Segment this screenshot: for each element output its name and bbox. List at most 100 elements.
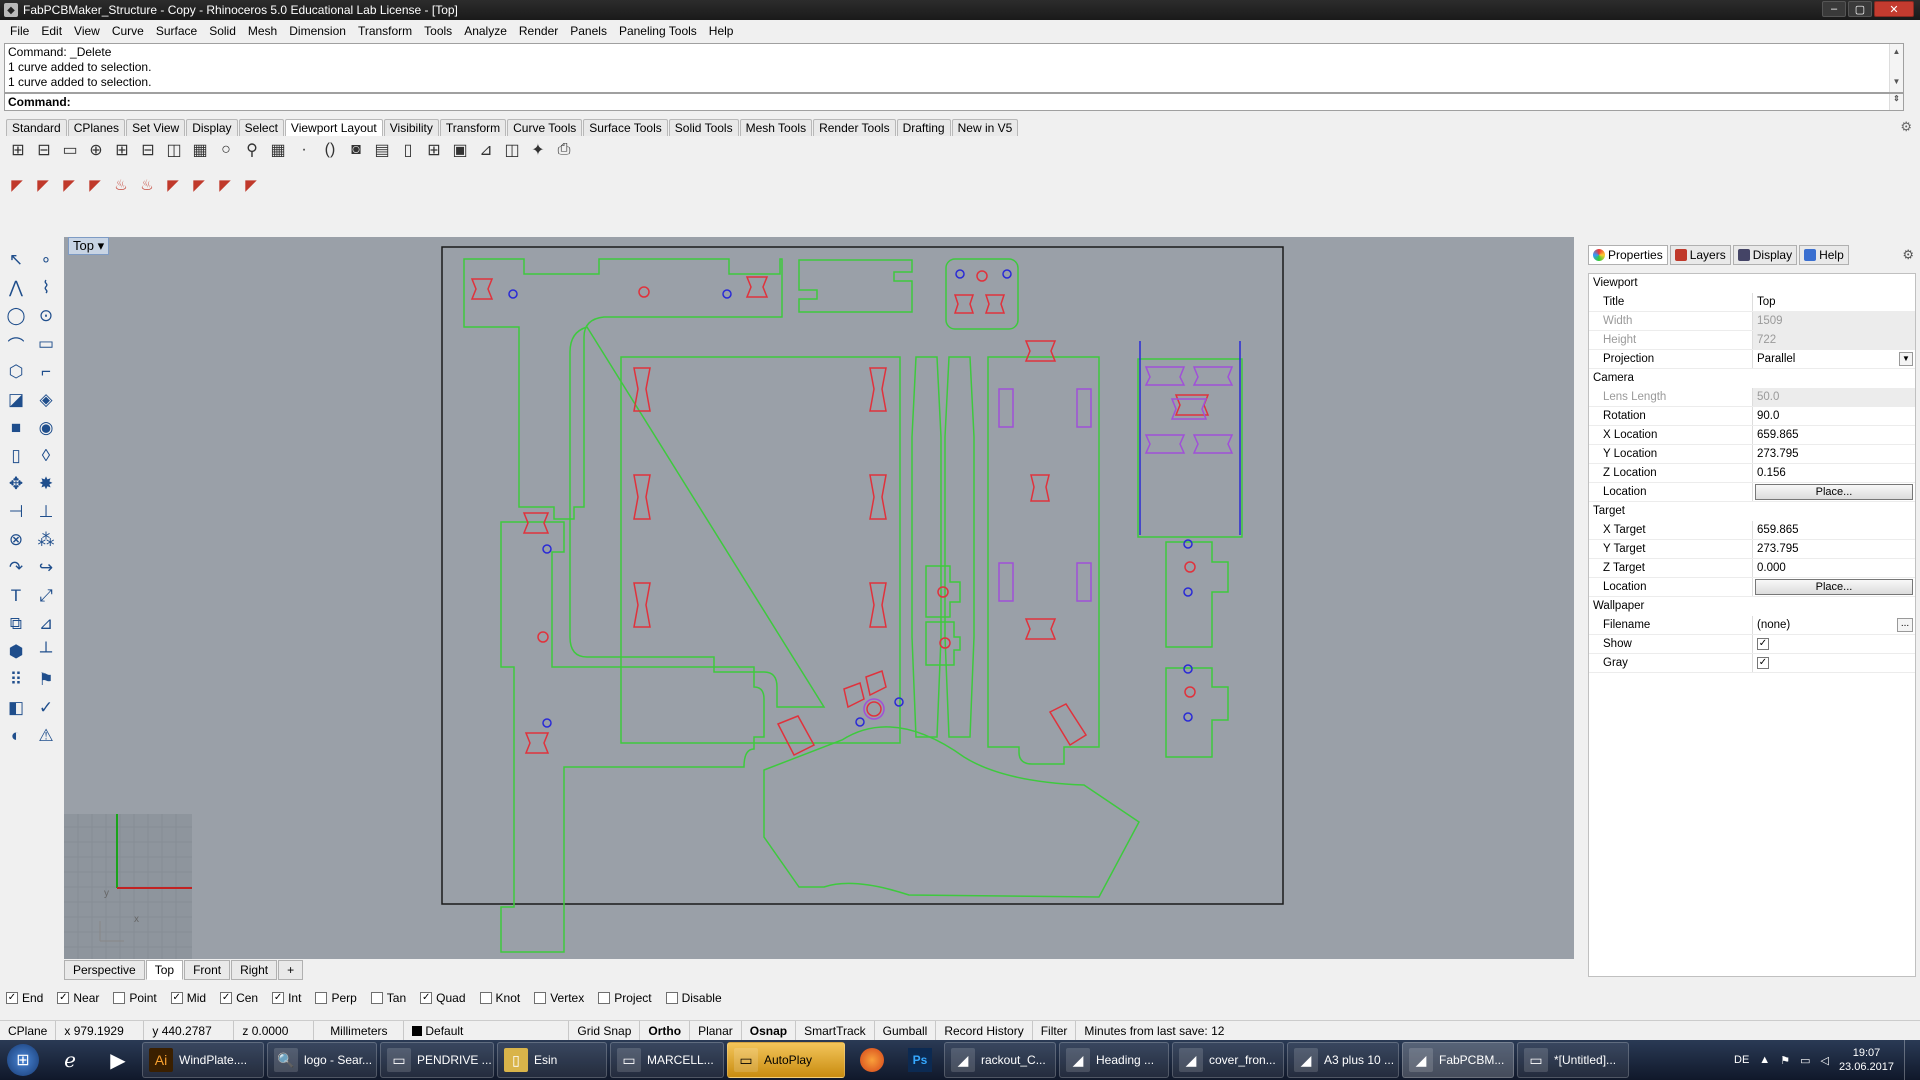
prop-rotation-value[interactable]: 90.0 bbox=[1753, 407, 1915, 425]
tab-set-view[interactable]: Set View bbox=[126, 119, 186, 136]
history-scrollbar[interactable]: ▲ ▼ bbox=[1889, 44, 1903, 92]
solid-icon[interactable]: ⬢ bbox=[2, 638, 30, 666]
rhino-icon[interactable]: ◤ bbox=[58, 174, 80, 196]
osnap-knot[interactable]: Knot bbox=[479, 991, 520, 1005]
network-icon[interactable]: ▭ bbox=[1800, 1054, 1810, 1067]
viewport-menu-arrow-icon[interactable]: ▾ bbox=[98, 238, 105, 253]
rhino-icon[interactable]: ◤ bbox=[240, 174, 262, 196]
task-untitled[interactable]: ▭ *[Untitled]... bbox=[1517, 1042, 1629, 1078]
dimension-icon[interactable]: ⤢ bbox=[32, 582, 60, 610]
split-viewport-icon[interactable]: ◫ bbox=[162, 138, 186, 162]
split-vertical-icon[interactable]: ⊟ bbox=[136, 138, 160, 162]
menu-analyze[interactable]: Analyze bbox=[458, 24, 513, 38]
menu-view[interactable]: View bbox=[68, 24, 106, 38]
dropdown-arrow-icon[interactable]: ▼ bbox=[1899, 352, 1913, 366]
tab-standard[interactable]: Standard bbox=[6, 119, 67, 136]
status-osnap[interactable]: Osnap bbox=[742, 1020, 797, 1041]
osnap-end-checkbox[interactable]: ✓ bbox=[6, 992, 18, 1004]
osnap-vertex-checkbox[interactable] bbox=[534, 992, 547, 1004]
task-pendrive[interactable]: ▭ PENDRIVE ... bbox=[380, 1042, 494, 1078]
add-viewport-tab[interactable]: + bbox=[278, 960, 304, 980]
tab-render-tools[interactable]: Render Tools bbox=[813, 119, 896, 136]
mesh-icon[interactable]: ◊ bbox=[32, 442, 60, 470]
tab-perspective[interactable]: Perspective bbox=[64, 960, 145, 980]
single-viewport-icon[interactable]: ▭ bbox=[58, 138, 82, 162]
light-icon[interactable]: ⚠ bbox=[32, 722, 60, 750]
grid-icon[interactable]: ▦ bbox=[188, 138, 212, 162]
layout-icon[interactable]: ⊞ bbox=[422, 138, 446, 162]
tab-select[interactable]: Select bbox=[238, 119, 284, 136]
tray-expand-icon[interactable]: ▲ bbox=[1759, 1054, 1770, 1066]
maximize-button[interactable]: ▢ bbox=[1848, 1, 1872, 17]
toolbar-gear-icon[interactable]: ⚙ bbox=[1900, 119, 1912, 135]
ellipse-icon[interactable]: ⊙ bbox=[32, 302, 60, 330]
fillet-icon[interactable]: ⌐ bbox=[32, 358, 60, 386]
rhino-icon[interactable]: ◤ bbox=[188, 174, 210, 196]
osnap-vertex[interactable]: Vertex bbox=[534, 991, 584, 1005]
prop-xloc-value[interactable]: 659.865 bbox=[1753, 426, 1915, 444]
array-icon[interactable]: ⠿ bbox=[2, 666, 30, 694]
menu-surface[interactable]: Surface bbox=[150, 24, 203, 38]
task-cover-front[interactable]: ◢ cover_fron... bbox=[1172, 1042, 1284, 1078]
render-icon[interactable]: ◧ bbox=[2, 694, 30, 722]
tab-visibility[interactable]: Visibility bbox=[383, 119, 439, 136]
analyze-icon[interactable]: ⚑ bbox=[32, 666, 60, 694]
arc-icon[interactable]: ⌒ bbox=[2, 330, 30, 358]
check-icon[interactable]: ✓ bbox=[32, 694, 60, 722]
group-icon[interactable]: ⁂ bbox=[32, 526, 60, 554]
osnap-cen-checkbox[interactable]: ✓ bbox=[220, 992, 233, 1004]
osnap-int-checkbox[interactable]: ✓ bbox=[272, 992, 285, 1004]
leader-icon[interactable]: ⊿ bbox=[32, 610, 60, 638]
menu-solid[interactable]: Solid bbox=[203, 24, 242, 38]
prop-yloc-value[interactable]: 273.795 bbox=[1753, 445, 1915, 463]
tab-viewport-layout[interactable]: Viewport Layout bbox=[284, 119, 383, 136]
print-icon[interactable]: ⎙ bbox=[552, 138, 576, 162]
bracket-icon[interactable]: () bbox=[318, 138, 342, 162]
page-layout-icon[interactable]: ◫ bbox=[500, 138, 524, 162]
menu-render[interactable]: Render bbox=[513, 24, 564, 38]
menu-paneling-tools[interactable]: Paneling Tools bbox=[613, 24, 703, 38]
osnap-cen[interactable]: ✓ Cen bbox=[220, 991, 258, 1005]
boolean-icon[interactable]: ◉ bbox=[32, 414, 60, 442]
tab-solid-tools[interactable]: Solid Tools bbox=[668, 119, 739, 136]
command-line[interactable]: Command: ⇕ bbox=[4, 93, 1904, 111]
osnap-tan[interactable]: Tan bbox=[370, 991, 406, 1005]
panel-gear-icon[interactable]: ⚙ bbox=[1902, 247, 1914, 263]
zoom-detail-icon[interactable]: ✦ bbox=[526, 138, 550, 162]
language-indicator[interactable]: DE bbox=[1734, 1054, 1749, 1066]
status-planar[interactable]: Planar bbox=[690, 1020, 742, 1041]
tab-transform[interactable]: Transform bbox=[439, 119, 507, 136]
photoshop-icon[interactable]: Ps bbox=[896, 1042, 944, 1078]
sphere-icon[interactable]: ○ bbox=[214, 138, 238, 162]
transform-icon[interactable]: ✥ bbox=[2, 470, 30, 498]
osnap-near-checkbox[interactable]: ✓ bbox=[57, 992, 70, 1004]
rhino-icon[interactable]: ◤ bbox=[162, 174, 184, 196]
prop-title-value[interactable]: Top bbox=[1753, 293, 1915, 311]
bulb-icon[interactable]: ♨ bbox=[110, 174, 132, 196]
prop-ztarget-value[interactable]: 0.000 bbox=[1753, 559, 1915, 577]
mesh-grid-icon[interactable]: ▦ bbox=[266, 138, 290, 162]
osnap-quad[interactable]: ✓ Quad bbox=[420, 991, 466, 1005]
tab-display[interactable]: Display bbox=[186, 119, 238, 136]
page-icon[interactable]: ▯ bbox=[396, 138, 420, 162]
menu-edit[interactable]: Edit bbox=[35, 24, 68, 38]
offset-icon[interactable]: ↷ bbox=[2, 554, 30, 582]
text-icon[interactable]: T bbox=[2, 582, 30, 610]
task-a3-plus[interactable]: ◢ A3 plus 10 ... bbox=[1287, 1042, 1399, 1078]
osnap-project[interactable]: Project bbox=[598, 991, 652, 1005]
osnap-knot-checkbox[interactable] bbox=[479, 992, 492, 1004]
osnap-disable[interactable]: Disable bbox=[665, 991, 722, 1005]
tab-layers[interactable]: Layers bbox=[1669, 245, 1731, 265]
tab-top[interactable]: Top bbox=[145, 960, 184, 980]
menu-tools[interactable]: Tools bbox=[418, 24, 458, 38]
clock[interactable]: 19:07 23.06.2017 bbox=[1839, 1046, 1894, 1074]
select-arrow-icon[interactable]: ↖ bbox=[2, 246, 30, 274]
osnap-mid[interactable]: ✓ Mid bbox=[170, 991, 206, 1005]
task-windplate[interactable]: Ai WindPlate.... bbox=[142, 1042, 264, 1078]
status-ortho[interactable]: Ortho bbox=[640, 1020, 691, 1041]
polygon-icon[interactable]: ⬡ bbox=[2, 358, 30, 386]
task-fabpcbmaker[interactable]: ◢ FabPCBM... bbox=[1402, 1042, 1514, 1078]
rhino-icon[interactable]: ◤ bbox=[84, 174, 106, 196]
tab-right[interactable]: Right bbox=[231, 960, 278, 980]
osnap-mid-checkbox[interactable]: ✓ bbox=[170, 992, 183, 1004]
